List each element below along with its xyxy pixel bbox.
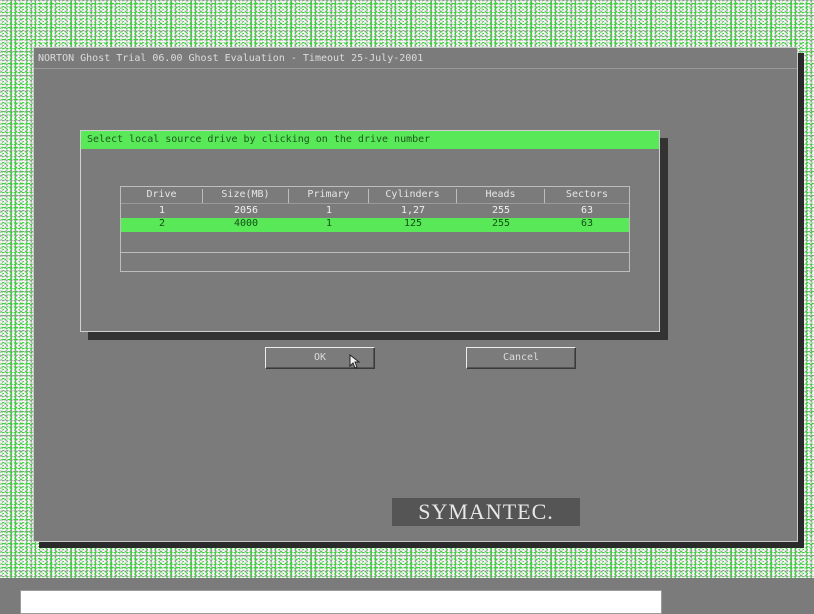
column-header-primary[interactable]: Primary [289, 189, 369, 203]
cell-sectors: 63 [580, 205, 594, 216]
cell-cylinders: 125 [403, 218, 423, 229]
column-header-drive[interactable]: Drive [121, 189, 203, 203]
cell-drive: 2 [158, 218, 166, 229]
cell-primary: 1 [325, 205, 333, 216]
column-header-size[interactable]: Size(MB) [203, 189, 289, 203]
source-drive-dialog: Select local source drive by clicking on… [80, 130, 660, 369]
column-header-cylinders[interactable]: Cylinders [369, 189, 457, 203]
cell-size: 2056 [233, 205, 259, 216]
column-header-sectors[interactable]: Sectors [545, 189, 629, 203]
cell-drive: 1 [158, 205, 166, 216]
table-row-drive-2-selected[interactable]: 2 4000 1 125 255 63 [121, 218, 629, 232]
table-header-row: Drive Size(MB) Primary Cylinders Heads S… [121, 189, 629, 204]
status-bar [0, 578, 814, 614]
cell-cylinders: 1,27 [400, 205, 426, 216]
cell-sectors: 63 [580, 218, 594, 229]
cancel-button[interactable]: Cancel [466, 347, 576, 369]
cell-heads: 255 [491, 218, 511, 229]
cell-primary: 1 [325, 218, 333, 229]
cell-heads: 255 [491, 205, 511, 216]
table-row-drive-1[interactable]: 1 2056 1 1,27 255 63 [121, 205, 629, 217]
table-divider [121, 252, 629, 253]
pointer-hand-icon [349, 353, 361, 369]
column-header-heads[interactable]: Heads [457, 189, 545, 203]
title-divider [34, 68, 797, 69]
cell-size: 4000 [233, 218, 259, 229]
ghost-main-window: NORTON Ghost Trial 06.00 Ghost Evaluatio… [33, 47, 798, 542]
drive-table: Drive Size(MB) Primary Cylinders Heads S… [120, 186, 630, 272]
symantec-logo: SYMANTEC. [392, 498, 580, 526]
desktop-background: { "window": { "title": "NORTON Ghost Tri… [0, 0, 814, 614]
status-text-field [20, 590, 662, 614]
dialog-title: Select local source drive by clicking on… [81, 131, 659, 149]
window-title: NORTON Ghost Trial 06.00 Ghost Evaluatio… [38, 53, 424, 64]
